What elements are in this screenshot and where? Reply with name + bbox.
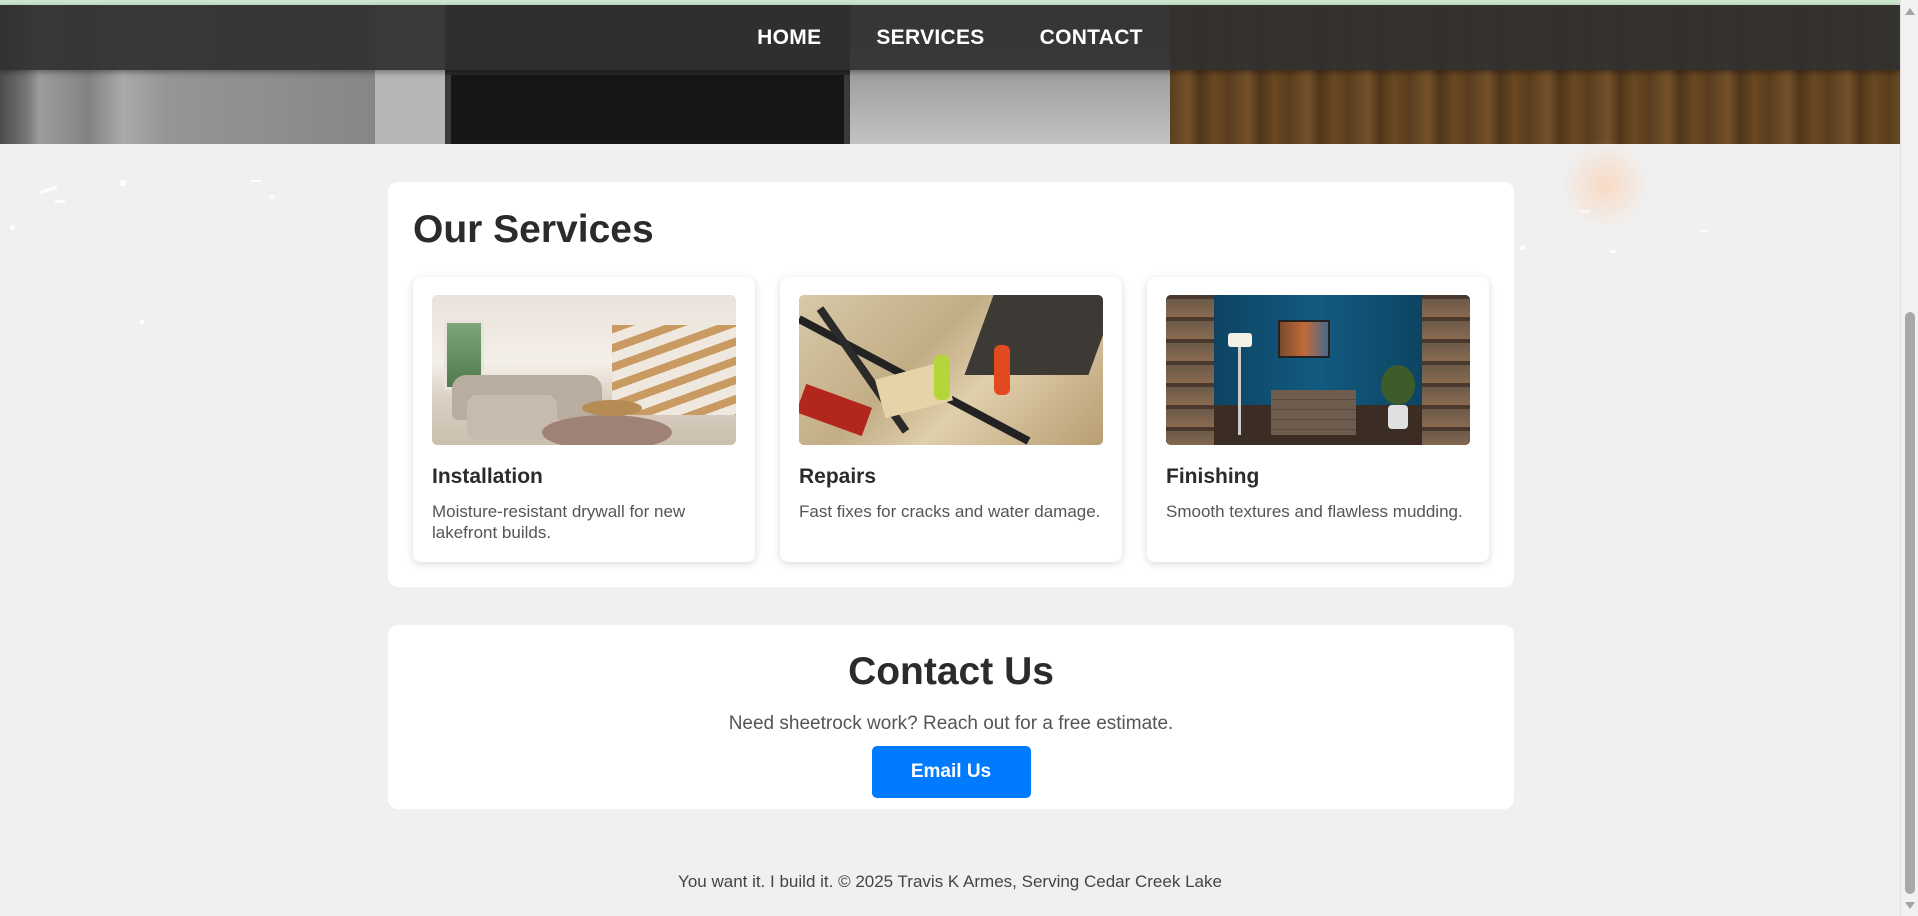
service-card-finishing: Finishing Smooth textures and flawless m… <box>1147 277 1489 562</box>
sparkle <box>1520 245 1525 250</box>
contact-text: Need sheetrock work? Reach out for a fre… <box>728 713 1174 734</box>
sparkle <box>1700 230 1708 232</box>
service-card-installation: Installation Moisture-resistant drywall … <box>413 277 755 562</box>
nav-home-link[interactable]: HOME <box>757 26 821 50</box>
email-us-button[interactable]: Email Us <box>871 746 1031 798</box>
service-card-description: Smooth textures and flawless mudding. <box>1166 502 1463 521</box>
sparkle <box>10 225 15 230</box>
service-card-title: Installation <box>432 465 543 488</box>
main-nav: HOME SERVICES CONTACT <box>0 5 1900 70</box>
contact-title: Contact Us <box>848 650 1054 693</box>
sparkle <box>270 195 274 199</box>
scrollbar-thumb[interactable] <box>1905 312 1915 894</box>
service-card-description: Moisture-resistant drywall for new lakef… <box>432 502 686 542</box>
sparkle <box>120 180 126 186</box>
nav-contact-link[interactable]: CONTACT <box>1040 26 1143 50</box>
service-card-repairs: Repairs Fast fixes for cracks and water … <box>780 277 1122 562</box>
repairs-image <box>799 295 1103 445</box>
page-scrollbar[interactable] <box>1900 0 1918 916</box>
contact-section: Contact Us Need sheetrock work? Reach ou… <box>388 625 1514 809</box>
service-card-description: Fast fixes for cracks and water damage. <box>799 502 1101 521</box>
sparkle <box>250 180 262 182</box>
scroll-up-arrow-icon[interactable] <box>1905 8 1915 15</box>
service-cards: Installation Moisture-resistant drywall … <box>413 277 1489 562</box>
services-section: Our Services Installation Moisture-resis… <box>388 182 1514 587</box>
sparkle <box>1610 250 1616 253</box>
service-card-title: Finishing <box>1166 465 1260 488</box>
sparkle <box>40 185 58 194</box>
services-title: Our Services <box>413 208 654 251</box>
light-glow <box>1560 140 1650 230</box>
scroll-down-arrow-icon[interactable] <box>1905 902 1915 909</box>
installation-image <box>432 295 736 445</box>
sparkle <box>140 320 144 324</box>
finishing-image <box>1166 295 1470 445</box>
service-card-title: Repairs <box>799 465 877 488</box>
footer-text: You want it. I build it. © 2025 Travis K… <box>678 872 1222 891</box>
nav-services-link[interactable]: SERVICES <box>876 26 984 50</box>
sparkle <box>55 200 65 203</box>
